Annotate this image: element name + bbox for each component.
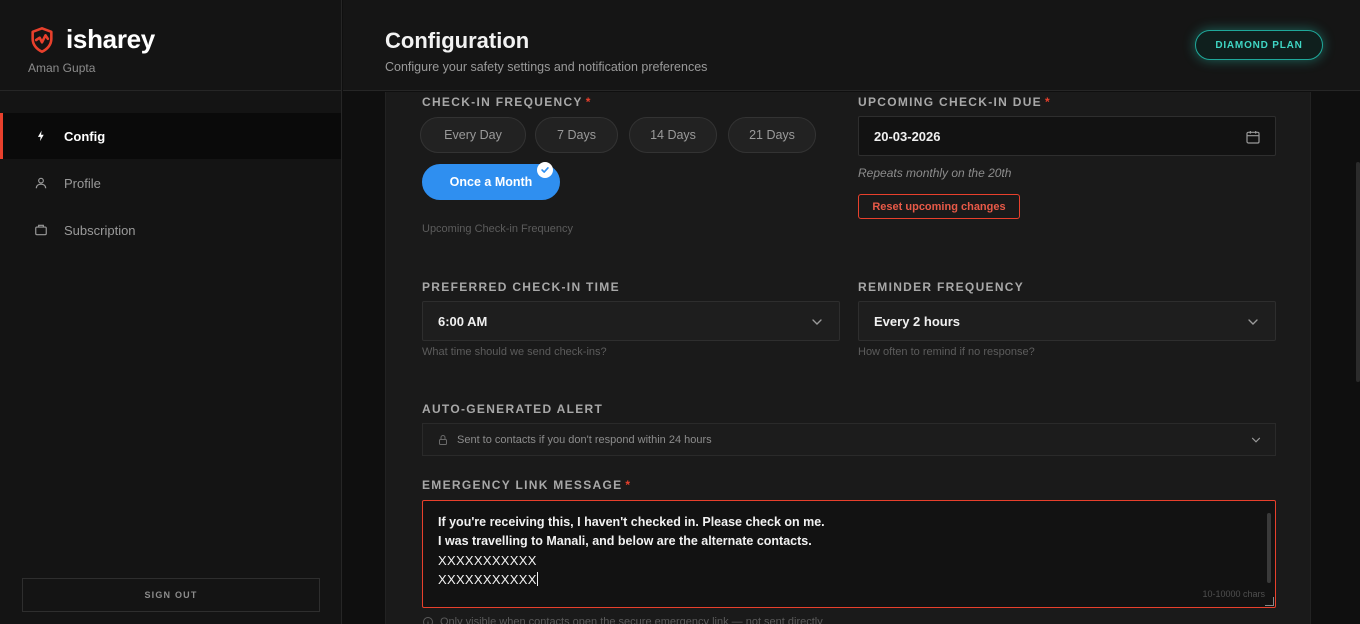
page-scrollbar[interactable] — [1356, 162, 1360, 382]
auto-alert-label: AUTO-GENERATED ALERT — [422, 402, 604, 416]
reminder-frequency-select[interactable]: Every 2 hours — [858, 301, 1276, 341]
reminder-frequency-label: REMINDER FREQUENCY — [858, 280, 1025, 294]
repeat-note: Repeats monthly on the 20th — [858, 166, 1012, 180]
user-icon — [34, 176, 48, 190]
frequency-chip-7-days[interactable]: 7 Days — [535, 117, 618, 153]
message-line-last: XXXXXXXXXXX — [438, 570, 1260, 589]
date-value: 20-03-2026 — [874, 128, 941, 144]
chevron-down-icon — [1245, 314, 1261, 330]
emergency-message-label: EMERGENCY LINK MESSAGE * — [422, 478, 631, 492]
sidebar-item-label: Subscription — [64, 222, 136, 238]
sidebar-item-config[interactable]: Config — [0, 113, 341, 159]
app-root: isharey Aman Gupta Config Profile Subscr… — [0, 0, 1360, 624]
briefcase-icon — [34, 223, 48, 237]
footnote-text: Only visible when contacts open the secu… — [440, 616, 823, 624]
frequency-chip-14-days[interactable]: 14 Days — [629, 117, 717, 153]
label-text: CHECK-IN FREQUENCY — [422, 95, 583, 109]
resize-handle[interactable] — [1265, 597, 1274, 606]
info-icon — [423, 617, 433, 624]
upcoming-due-date-input[interactable]: 20-03-2026 — [858, 116, 1276, 156]
sign-out-button[interactable]: SIGN OUT — [22, 578, 320, 612]
frequency-chip-every-day[interactable]: Every Day — [420, 117, 526, 153]
sidebar: isharey Aman Gupta Config Profile Subscr… — [0, 0, 342, 624]
page-title: Configuration — [385, 28, 530, 53]
chevron-down-icon — [809, 314, 825, 330]
message-line: I was travelling to Manali, and below ar… — [438, 534, 812, 548]
label-text: UPCOMING CHECK-IN DUE — [858, 95, 1042, 109]
brand-row: isharey — [28, 24, 341, 55]
required-marker: * — [625, 478, 632, 492]
emergency-footnote: Only visible when contacts open the secu… — [422, 616, 823, 624]
preferred-time-hint: What time should we send check-ins? — [422, 346, 607, 358]
chip-label: Once a Month — [449, 175, 533, 189]
preferred-time-select[interactable]: 6:00 AM — [422, 301, 840, 341]
plan-badge[interactable]: DIAMOND PLAN — [1195, 30, 1323, 60]
preferred-time-label: PREFERRED CHECK-IN TIME — [422, 280, 620, 294]
sidebar-item-label: Profile — [64, 175, 101, 191]
upcoming-due-label: UPCOMING CHECK-IN DUE * — [858, 95, 1051, 109]
checkin-frequency-hint: Upcoming Check-in Frequency — [422, 223, 574, 235]
sidebar-nav: Config Profile Subscription — [0, 91, 341, 253]
sidebar-item-subscription[interactable]: Subscription — [0, 207, 341, 253]
required-marker: * — [585, 95, 592, 109]
message-line: XXXXXXXXXXX — [438, 572, 537, 587]
shield-logo-icon — [31, 26, 53, 53]
calendar-icon[interactable] — [1245, 129, 1261, 145]
chevron-down-icon — [1251, 437, 1261, 443]
textarea-scrollbar[interactable] — [1267, 513, 1271, 583]
brand-name: isharey — [66, 24, 155, 54]
checkin-frequency-label: CHECK-IN FREQUENCY * — [422, 95, 592, 109]
reminder-frequency-hint: How often to remind if no response? — [858, 346, 1035, 358]
label-text: EMERGENCY LINK MESSAGE — [422, 478, 623, 492]
user-name: Aman Gupta — [28, 61, 96, 75]
sidebar-item-label: Config — [64, 128, 106, 144]
lightning-icon — [34, 129, 48, 143]
char-count-hint: 10-10000 chars — [1202, 589, 1265, 599]
brand-block: isharey Aman Gupta — [0, 0, 341, 91]
select-value: Every 2 hours — [874, 313, 960, 329]
page-subtitle: Configure your safety settings and notif… — [385, 60, 708, 74]
emergency-message-textarea[interactable]: If you're receiving this, I haven't chec… — [422, 500, 1276, 608]
page-header: Configuration Configure your safety sett… — [343, 0, 1360, 91]
auto-alert-field[interactable]: Sent to contacts if you don't respond wi… — [422, 423, 1276, 456]
auto-alert-text: Sent to contacts if you don't respond wi… — [457, 433, 712, 446]
required-marker: * — [1044, 95, 1051, 109]
select-value: 6:00 AM — [438, 313, 488, 329]
frequency-chip-21-days[interactable]: 21 Days — [728, 117, 816, 153]
message-line: XXXXXXXXXXX — [438, 553, 537, 568]
checkmark-icon — [537, 162, 553, 178]
message-line: If you're receiving this, I haven't chec… — [438, 515, 825, 529]
frequency-chip-once-a-month[interactable]: Once a Month — [422, 162, 560, 200]
lock-icon — [439, 434, 447, 445]
text-caret — [536, 572, 538, 586]
reset-upcoming-changes-button[interactable]: Reset upcoming changes — [858, 194, 1020, 219]
sidebar-item-profile[interactable]: Profile — [0, 160, 341, 206]
